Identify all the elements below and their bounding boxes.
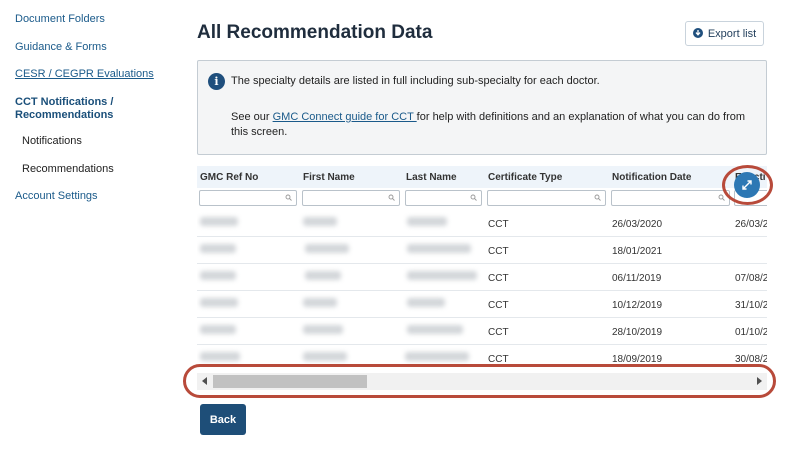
cell-certificate-type: CCT bbox=[488, 219, 509, 230]
redacted-last-name bbox=[407, 244, 471, 253]
filter-input-last-name[interactable] bbox=[405, 190, 482, 206]
sidebar-item-cesr-evaluations[interactable]: CESR / CEGPR Evaluations bbox=[15, 68, 154, 80]
back-button[interactable]: Back bbox=[200, 404, 246, 435]
scrollbar-highlight bbox=[183, 364, 776, 398]
cell-notification-date: 10/12/2019 bbox=[612, 300, 663, 311]
search-icon bbox=[470, 194, 477, 201]
sidebar-section-cct[interactable]: CCT Notifications / Recommendations bbox=[15, 96, 175, 122]
filter-input-first-name[interactable] bbox=[302, 190, 400, 206]
table-header: GMC Ref No First Name Last Name Certific… bbox=[197, 166, 767, 188]
export-list-button[interactable]: Export list bbox=[685, 21, 764, 46]
sidebar-item-recommendations[interactable]: Recommendations bbox=[22, 163, 114, 175]
redacted-first-name bbox=[303, 217, 337, 226]
sidebar-item-document-folders[interactable]: Document Folders bbox=[15, 13, 105, 25]
filter-input-certificate-type[interactable] bbox=[487, 190, 606, 206]
search-icon bbox=[718, 194, 725, 201]
table-row[interactable]: CCT 26/03/2020 26/03/2 bbox=[197, 210, 767, 237]
redacted-last-name bbox=[407, 271, 477, 280]
filter-input-gmc-ref[interactable] bbox=[199, 190, 297, 206]
search-icon bbox=[594, 194, 601, 201]
redacted-gmc-ref bbox=[200, 244, 236, 253]
cell-effective-date: 31/10/2 bbox=[735, 300, 767, 311]
table-row[interactable]: CCT 10/12/2019 31/10/2 bbox=[197, 291, 767, 318]
page-title: All Recommendation Data bbox=[197, 22, 433, 43]
sidebar: Document Folders Guidance & Forms CESR /… bbox=[0, 0, 185, 461]
column-header-notification-date[interactable]: Notification Date bbox=[612, 172, 691, 183]
table-row[interactable]: CCT 18/01/2021 bbox=[197, 237, 767, 264]
redacted-gmc-ref bbox=[200, 217, 238, 226]
cell-effective-date: 01/10/2 bbox=[735, 327, 767, 338]
redacted-first-name bbox=[303, 298, 337, 307]
column-header-gmc-ref[interactable]: GMC Ref No bbox=[200, 172, 258, 183]
cell-effective-date: 26/03/2 bbox=[735, 219, 767, 230]
redacted-last-name bbox=[407, 325, 463, 334]
table-row[interactable]: CCT 06/11/2019 07/08/2 bbox=[197, 264, 767, 291]
redacted-first-name bbox=[303, 325, 343, 334]
cell-certificate-type: CCT bbox=[488, 300, 509, 311]
redacted-first-name bbox=[305, 271, 341, 280]
search-icon bbox=[285, 194, 292, 201]
download-circle-icon bbox=[692, 25, 703, 43]
column-header-last-name[interactable]: Last Name bbox=[406, 172, 457, 183]
redacted-gmc-ref bbox=[200, 352, 240, 361]
redacted-last-name bbox=[405, 352, 469, 361]
info-guide-prefix: See our bbox=[231, 111, 273, 123]
cell-notification-date: 18/01/2021 bbox=[612, 246, 663, 257]
filter-input-notification-date[interactable] bbox=[611, 190, 730, 206]
cell-notification-date: 28/10/2019 bbox=[612, 327, 663, 338]
sidebar-item-notifications[interactable]: Notifications bbox=[22, 135, 82, 147]
info-text-specialty: The specialty details are listed in full… bbox=[231, 75, 600, 87]
redacted-last-name bbox=[407, 217, 447, 226]
table-row[interactable]: CCT 28/10/2019 01/10/2 bbox=[197, 318, 767, 345]
redacted-gmc-ref bbox=[200, 271, 236, 280]
redacted-last-name bbox=[407, 298, 445, 307]
info-panel: i The specialty details are listed in fu… bbox=[197, 60, 767, 155]
redacted-gmc-ref bbox=[200, 298, 238, 307]
info-text-guide: See our GMC Connect guide for CCT for he… bbox=[231, 110, 756, 140]
redacted-gmc-ref bbox=[200, 325, 236, 334]
table-row[interactable]: CCT 18/09/2019 30/08/2 bbox=[197, 345, 767, 366]
cell-certificate-type: CCT bbox=[488, 273, 509, 284]
redacted-first-name bbox=[305, 244, 349, 253]
cell-effective-date: 07/08/2 bbox=[735, 273, 767, 284]
cell-certificate-type: CCT bbox=[488, 246, 509, 257]
expand-button-highlight bbox=[722, 165, 773, 205]
sidebar-item-account-settings[interactable]: Account Settings bbox=[15, 190, 98, 202]
sidebar-item-guidance-forms[interactable]: Guidance & Forms bbox=[15, 41, 107, 53]
redacted-first-name bbox=[303, 352, 347, 361]
search-icon bbox=[388, 194, 395, 201]
column-header-certificate-type[interactable]: Certificate Type bbox=[488, 172, 562, 183]
cell-notification-date: 06/11/2019 bbox=[612, 273, 662, 284]
export-list-label: Export list bbox=[707, 27, 757, 40]
cell-notification-date: 26/03/2020 bbox=[612, 219, 663, 230]
info-icon: i bbox=[208, 73, 225, 90]
cell-certificate-type: CCT bbox=[488, 327, 509, 338]
column-header-first-name[interactable]: First Name bbox=[303, 172, 355, 183]
recommendation-table: GMC Ref No First Name Last Name Certific… bbox=[197, 166, 767, 366]
gmc-connect-guide-link[interactable]: GMC Connect guide for CCT bbox=[273, 111, 417, 123]
